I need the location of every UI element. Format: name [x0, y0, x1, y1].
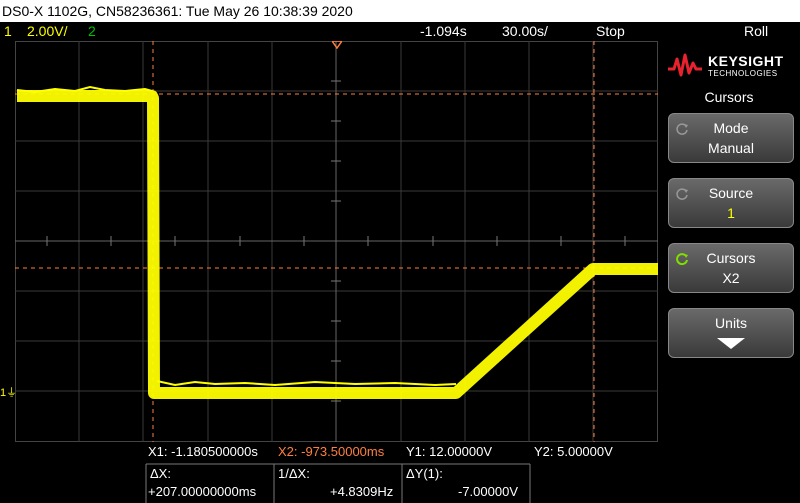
softkey-cursors-label: Cursors	[706, 250, 756, 266]
run-state[interactable]: Stop	[596, 22, 625, 41]
waveform-display[interactable]	[15, 41, 658, 442]
ch1-trace-noise-low	[156, 380, 457, 387]
ch2-label[interactable]: 2	[88, 22, 96, 41]
status-bar: 1 2.00V/ 2 -1.094s 30.00s/ Stop Roll	[0, 22, 800, 41]
chevron-down-icon	[717, 338, 745, 349]
softkey-cursors[interactable]: Cursors X2	[668, 243, 794, 293]
softkey-units[interactable]: Units	[668, 308, 794, 358]
brand-name: KEYSIGHT	[708, 53, 784, 69]
readout-dividers	[145, 463, 531, 503]
title-text: DS0-X 1102G, CN58236361: Tue May 26 10:3…	[2, 3, 353, 19]
softkey-source[interactable]: Source 1	[668, 178, 794, 228]
softkey-mode-label: Mode	[713, 120, 749, 136]
title-bar: DS0-X 1102G, CN58236361: Tue May 26 10:3…	[0, 0, 800, 22]
softkey-mode[interactable]: Mode Manual	[668, 113, 794, 163]
left-marker-column	[0, 41, 15, 442]
softkey-units-label: Units	[715, 315, 747, 331]
ch1-scale[interactable]: 2.00V/	[27, 22, 67, 41]
keysight-logo: KEYSIGHT TECHNOLOGIES	[668, 49, 796, 81]
acquisition-mode[interactable]: Roll	[744, 22, 768, 41]
time-scale[interactable]: 30.00s/	[502, 22, 548, 41]
waveform-graticule	[15, 41, 658, 442]
softkey-source-label: Source	[708, 185, 754, 201]
brand-subtitle: TECHNOLOGIES	[708, 69, 778, 78]
softkey-source-value: 1	[727, 205, 735, 221]
time-offset[interactable]: -1.094s	[420, 22, 467, 41]
softkey-cursors-value: X2	[722, 270, 740, 286]
keysight-wave-icon	[668, 53, 702, 77]
trigger-position-icon	[332, 41, 342, 49]
ch1-label[interactable]: 1	[4, 22, 12, 41]
cursor-readout-panel: X1: -1.180500000s X2: -973.50000ms Y1: 1…	[0, 442, 658, 503]
softkey-panel: KEYSIGHT TECHNOLOGIES Cursors Mode Manua…	[658, 41, 800, 503]
softkey-mode-value: Manual	[708, 140, 754, 156]
menu-title: Cursors	[704, 89, 754, 105]
